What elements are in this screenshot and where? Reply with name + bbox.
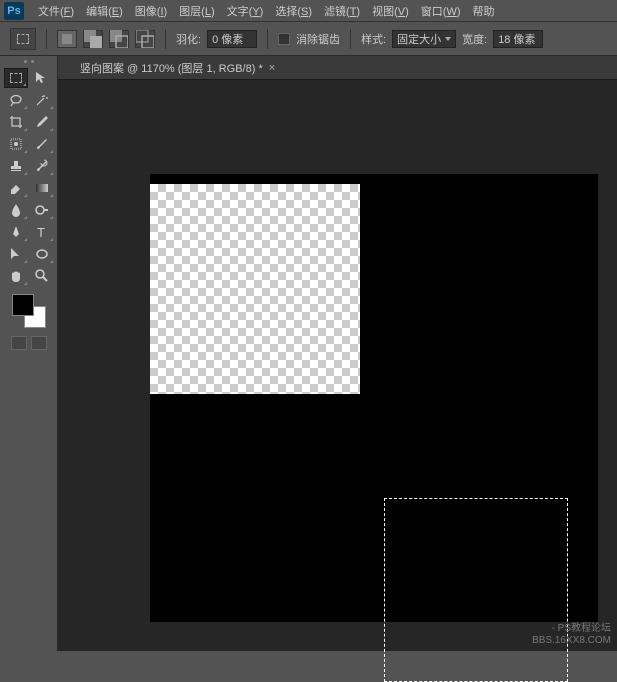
style-label: 样式: [361,31,386,47]
tool-heal[interactable] [4,134,28,154]
menubar: Ps 文件(F) 编辑(E) 图像(I) 图层(L) 文字(Y) 选择(S) 滤… [0,0,617,22]
tool-hand[interactable] [4,266,28,286]
toolbar-grip[interactable] [9,60,49,66]
menu-filter[interactable]: 滤镜(T) [318,1,366,21]
menu-select[interactable]: 选择(S) [269,1,318,21]
tool-history-brush[interactable] [30,156,54,176]
tool-blur[interactable] [4,200,28,220]
tool-gradient[interactable] [30,178,54,198]
svg-text:T: T [37,225,45,240]
feather-input[interactable] [207,30,257,48]
antialias-label: 消除锯齿 [296,31,340,47]
color-swatches[interactable] [12,294,46,328]
tool-eraser[interactable] [4,178,28,198]
tool-dodge[interactable] [30,200,54,220]
optionsbar: 羽化: 消除锯齿 样式: 固定大小 宽度: [0,22,617,56]
tool-move[interactable] [30,68,54,88]
selection-add-button[interactable] [83,30,103,48]
divider [350,29,351,49]
menu-image[interactable]: 图像(I) [129,1,173,21]
quickmask-button[interactable] [11,336,27,350]
menu-view[interactable]: 视图(V) [366,1,415,21]
menu-layer[interactable]: 图层(L) [173,1,220,21]
tool-pen[interactable] [4,222,28,242]
menu-help[interactable]: 帮助 [467,1,501,21]
workspace: 竖向图案 @ 1170% (图层 1, RGB/8) * × - PS教程论坛 … [58,56,617,651]
tool-brush[interactable] [30,134,54,154]
chevron-down-icon [445,37,451,41]
tool-stamp[interactable] [4,156,28,176]
tool-preset-button[interactable] [10,28,36,50]
tool-wand[interactable] [30,90,54,110]
marquee-icon [17,34,29,44]
width-input[interactable] [493,30,543,48]
document-tab[interactable]: 竖向图案 @ 1170% (图层 1, RGB/8) * × [70,57,285,79]
menu-file[interactable]: 文件(F) [32,1,80,21]
tool-marquee[interactable] [4,68,28,88]
toolbar: T [0,56,58,651]
selection-new-button[interactable] [57,30,77,48]
divider [165,29,166,49]
document-tabs: 竖向图案 @ 1170% (图层 1, RGB/8) * × [58,56,617,80]
tool-shape[interactable] [30,244,54,264]
style-select[interactable]: 固定大小 [392,30,456,48]
ps-logo: Ps [4,2,24,20]
document-tab-title: 竖向图案 @ 1170% (图层 1, RGB/8) * [80,60,263,76]
selection-intersect-button[interactable] [135,30,155,48]
selection-subtract-button[interactable] [109,30,129,48]
tool-lasso[interactable] [4,90,28,110]
menu-type[interactable]: 文字(Y) [221,1,270,21]
tool-eyedropper[interactable] [30,112,54,132]
watermark: - PS教程论坛 BBS.16XX8.COM [532,623,611,647]
tool-path-select[interactable] [4,244,28,264]
tool-text[interactable]: T [30,222,54,242]
main-area: T 竖向图案 @ 1170% (图层 1, RGB/8) * × [0,56,617,651]
divider [267,29,268,49]
transparent-layer [150,184,360,394]
selection-marquee [384,498,568,682]
divider [46,29,47,49]
menu-edit[interactable]: 编辑(E) [80,1,129,21]
tool-crop[interactable] [4,112,28,132]
menu-window[interactable]: 窗口(W) [415,1,467,21]
canvas-area[interactable]: - PS教程论坛 BBS.16XX8.COM [58,80,617,651]
document-canvas[interactable] [150,174,598,622]
feather-label: 羽化: [176,31,201,47]
foreground-swatch[interactable] [12,294,34,316]
tool-zoom[interactable] [30,266,54,286]
close-icon[interactable]: × [269,62,275,74]
antialias-checkbox[interactable] [278,33,290,45]
width-label: 宽度: [462,31,487,47]
screenmode-button[interactable] [31,336,47,350]
